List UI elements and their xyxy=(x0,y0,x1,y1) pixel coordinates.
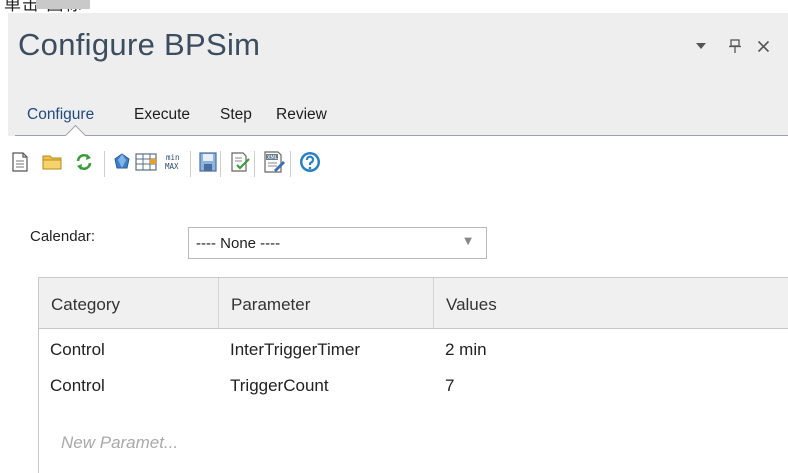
toolbar-separator xyxy=(104,151,105,177)
shape-icon xyxy=(114,153,130,169)
min-label: min xyxy=(166,153,180,162)
configure-bpsim-panel: Configure BPSim Configure Execute Step R… xyxy=(8,13,788,473)
validate-button[interactable] xyxy=(228,150,252,174)
save-icon xyxy=(199,152,217,172)
parameters-grid: Category Parameter Values Control InterT… xyxy=(38,277,788,473)
toolbar-separator xyxy=(190,151,191,177)
grid-header: Category Parameter Values xyxy=(39,278,788,329)
open-folder-button[interactable] xyxy=(40,150,64,174)
column-header-values[interactable]: Values xyxy=(434,278,788,328)
validate-icon xyxy=(231,152,250,172)
save-button[interactable] xyxy=(196,150,220,174)
min-max-button[interactable]: min MAX xyxy=(162,150,186,174)
pin-icon xyxy=(729,39,741,53)
calendar-select[interactable]: ---- None ---- ▼ xyxy=(188,227,487,259)
cell-parameter: InterTriggerTimer xyxy=(230,340,361,359)
cell-category: Control xyxy=(50,376,105,395)
tab-step[interactable]: Step xyxy=(220,106,252,124)
new-document-icon xyxy=(12,152,28,172)
cell-values[interactable]: 2 min xyxy=(434,330,734,366)
calendar-label: Calendar: xyxy=(30,228,96,245)
cell-values[interactable]: 7 xyxy=(434,366,734,402)
help-icon xyxy=(300,152,320,172)
tab-execute[interactable]: Execute xyxy=(134,106,190,124)
placeholder-icon xyxy=(36,0,90,9)
tab-configure[interactable]: Configure xyxy=(27,106,94,124)
panel-title: Configure BPSim xyxy=(18,27,261,62)
tab-review[interactable]: Review xyxy=(276,106,327,124)
new-document-button[interactable] xyxy=(8,150,32,174)
table-button[interactable] xyxy=(134,150,158,174)
xml-export-button[interactable]: XML xyxy=(262,150,286,174)
top-text-fragment: 单击 图标 xyxy=(0,0,788,13)
calendar-selected-value: ---- None ---- xyxy=(196,235,281,252)
toolbar: min MAX XML xyxy=(8,149,788,177)
dropdown-menu-button[interactable] xyxy=(692,35,710,57)
max-label: MAX xyxy=(165,162,179,171)
toolbar-separator xyxy=(254,151,255,177)
open-folder-icon xyxy=(42,155,62,170)
tab-underline xyxy=(15,135,788,136)
pin-button[interactable] xyxy=(726,35,744,57)
chevron-down-icon xyxy=(696,43,706,49)
refresh-button[interactable] xyxy=(72,150,96,174)
toolbar-separator xyxy=(220,151,221,177)
new-parameter-input[interactable]: New Paramet... xyxy=(61,433,178,453)
table-icon xyxy=(135,153,157,171)
tab-strip: Configure Execute Step Review xyxy=(8,84,788,136)
close-button[interactable] xyxy=(754,35,772,57)
column-header-parameter[interactable]: Parameter xyxy=(219,278,434,328)
chevron-down-icon: ▼ xyxy=(464,236,472,247)
column-header-category[interactable]: Category xyxy=(39,278,219,328)
title-bar: Configure BPSim xyxy=(8,13,788,84)
close-icon xyxy=(757,40,769,52)
cell-parameter: TriggerCount xyxy=(230,376,329,395)
table-row[interactable]: Control InterTriggerTimer 2 min xyxy=(39,330,788,366)
min-max-icon: min MAX xyxy=(165,153,180,171)
toolbar-separator xyxy=(290,151,291,177)
cell-category: Control xyxy=(50,340,105,359)
table-row[interactable]: Control TriggerCount 7 xyxy=(39,366,788,402)
xml-label: XML xyxy=(267,155,278,161)
help-button[interactable] xyxy=(298,150,322,174)
shape-button[interactable] xyxy=(110,150,134,174)
xml-export-icon: XML xyxy=(264,151,285,173)
refresh-icon xyxy=(76,154,92,170)
